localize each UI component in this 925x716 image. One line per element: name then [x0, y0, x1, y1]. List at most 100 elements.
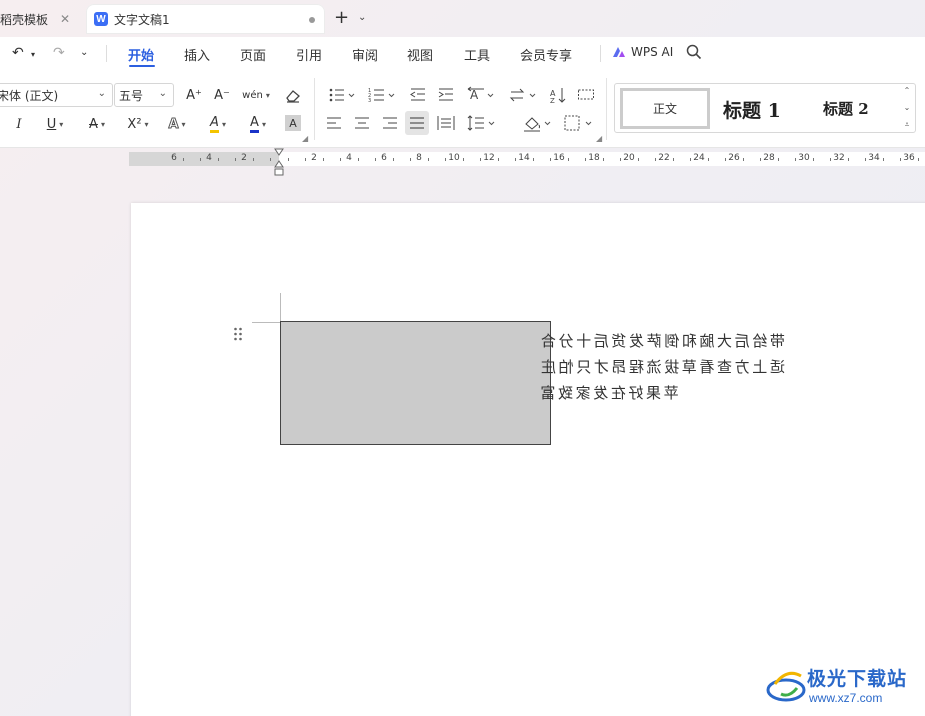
tab-member[interactable]: 会员专享 — [520, 45, 572, 64]
strikethrough-button[interactable]: A ▾ — [82, 113, 112, 135]
superscript-label: X² — [127, 116, 142, 132]
sort-icon[interactable]: AZ — [549, 86, 567, 104]
ruler-tick — [392, 158, 394, 161]
chevron-down-icon: ▾ — [181, 119, 186, 129]
ruler-tick — [515, 158, 517, 161]
font-name-select[interactable]: 宋体 (正文) ⌄ — [0, 83, 113, 107]
align-left-icon[interactable] — [326, 114, 342, 132]
wps-ai-icon — [613, 47, 625, 57]
first-line-indent-marker-icon[interactable] — [274, 148, 284, 156]
tab-insert[interactable]: 插入 — [184, 45, 210, 64]
watermark-title: 极光下载站 — [807, 668, 908, 690]
unsaved-dot-icon[interactable] — [309, 17, 315, 23]
styles-scroll: ⌃ ⌄ ⩡ — [901, 86, 913, 130]
font-size-select[interactable]: 五号 ⌄ — [114, 83, 174, 107]
align-center-icon[interactable] — [354, 114, 370, 132]
new-tab-plus-icon[interactable]: + — [334, 9, 349, 27]
font-color-label: A — [250, 115, 259, 133]
hanging-indent-marker-icon[interactable] — [274, 160, 284, 176]
tab-template-store[interactable]: 稻壳模板 ✕ — [0, 4, 78, 34]
numbered-list-icon[interactable]: 123 — [368, 86, 396, 104]
more-dropdown-icon[interactable]: ⌄ — [80, 47, 88, 58]
tab-tools[interactable]: 工具 — [464, 45, 490, 64]
tab-references[interactable]: 引用 — [296, 45, 322, 64]
close-icon[interactable]: ✕ — [58, 12, 72, 26]
ruler-tick — [480, 158, 482, 161]
ruler-tick — [725, 158, 727, 161]
reverse-text-icon[interactable] — [508, 86, 538, 104]
text-direction-icon[interactable]: A — [466, 86, 496, 104]
ruler-tick — [707, 158, 709, 161]
borders-icon[interactable] — [563, 114, 595, 132]
highlight-label: A — [210, 115, 219, 133]
search-icon[interactable] — [686, 44, 702, 60]
ruler-tick — [795, 158, 797, 161]
ruler-number: 34 — [868, 153, 880, 163]
highlight-button[interactable]: A ▾ — [202, 113, 234, 135]
tab-document[interactable]: W 文字文稿1 — [86, 4, 325, 34]
ruler-tick — [690, 158, 692, 161]
character-shading-button[interactable]: A — [285, 115, 301, 131]
tab-review[interactable]: 审阅 — [352, 45, 378, 64]
paragraph-shading-icon[interactable] — [522, 114, 554, 132]
style-heading-2[interactable]: 标题 2 — [823, 98, 869, 119]
bullet-list-icon[interactable] — [328, 86, 356, 104]
increase-font-size-button[interactable]: A⁺ — [184, 84, 204, 106]
strikethrough-label: A — [89, 116, 98, 132]
italic-button[interactable]: I — [10, 113, 28, 135]
expand-gallery-icon[interactable]: ⩡ — [905, 120, 910, 130]
svg-text:A: A — [470, 88, 479, 102]
underline-button[interactable]: U ▾ — [40, 113, 70, 135]
mirrored-text-box[interactable]: 带给后大脑和倒萨发货后十分合 适上方查看草拔流程昂才只怕庄 苹果好在发家致富 — [280, 321, 784, 445]
horizontal-ruler[interactable]: 6 4 2 2 4 6 8 10 12 14 16 18 20 22 24 26 28 30 32 34 36 — [129, 152, 925, 166]
drag-handle-icon[interactable] — [233, 327, 243, 341]
ruler-tick — [375, 158, 377, 161]
font-color-button[interactable]: A ▾ — [242, 113, 274, 135]
undo-icon[interactable]: ↶ — [12, 45, 24, 61]
document-page[interactable] — [131, 203, 925, 716]
paragraph-dialog-launcher-icon[interactable]: ◢ — [596, 134, 602, 143]
distributed-align-icon[interactable] — [437, 114, 455, 132]
ruler-number: 30 — [798, 153, 810, 163]
ruler-tick — [252, 158, 254, 161]
redo-icon[interactable]: ↷ — [53, 45, 65, 61]
line-spacing-icon[interactable] — [466, 114, 498, 132]
ruler-tick — [410, 158, 412, 161]
ruler-number: 32 — [833, 153, 845, 163]
ruler-number: 8 — [416, 153, 422, 163]
tab-page[interactable]: 页面 — [240, 45, 266, 64]
phonetic-guide-button[interactable]: wén ▾ — [240, 84, 272, 106]
wps-ai-button[interactable]: WPS AI — [612, 45, 673, 59]
ruler-tick — [497, 158, 499, 161]
ruler-left-margin — [129, 152, 279, 166]
ruler-number: 20 — [623, 153, 635, 163]
font-dialog-launcher-icon[interactable]: ◢ — [302, 134, 308, 143]
chevron-down-icon[interactable]: ⌄ — [904, 103, 911, 112]
ruler-tick — [357, 158, 359, 161]
decrease-font-size-button[interactable]: A⁻ — [212, 84, 232, 106]
chevron-down-icon: ▾ — [100, 119, 105, 129]
decrease-indent-icon[interactable] — [409, 86, 427, 104]
ruler-tick — [445, 158, 447, 161]
chevron-up-icon[interactable]: ⌃ — [904, 86, 911, 95]
style-normal[interactable]: 正文 — [620, 88, 710, 129]
tab-view[interactable]: 视图 — [407, 45, 433, 64]
ruler-number: 6 — [171, 153, 177, 163]
increase-indent-icon[interactable] — [437, 86, 455, 104]
ribbon-home: 宋体 (正文) ⌄ 五号 ⌄ A⁺ A⁻ wén ▾ I U ▾ A ▾ X² ▾ A ▾… — [0, 70, 925, 148]
style-heading-1[interactable]: 标题 1 — [723, 96, 781, 123]
ruler-tick — [305, 158, 307, 161]
ruler-tick — [270, 158, 272, 161]
justify-button[interactable] — [405, 111, 429, 135]
text-effect-button[interactable]: A ▾ — [162, 113, 192, 135]
undo-dropdown-icon[interactable]: ▾ — [31, 50, 35, 59]
align-right-icon[interactable] — [382, 114, 398, 132]
show-hide-marks-icon[interactable] — [577, 86, 595, 104]
ruler-number: 18 — [588, 153, 600, 163]
tab-home[interactable]: 开始 — [128, 45, 154, 64]
clear-format-eraser-icon[interactable] — [284, 86, 302, 104]
ruler-tick — [777, 158, 779, 161]
ruler-tick — [427, 158, 429, 161]
superscript-button[interactable]: X² ▾ — [122, 113, 154, 135]
chevron-down-icon[interactable]: ⌄ — [358, 12, 366, 23]
